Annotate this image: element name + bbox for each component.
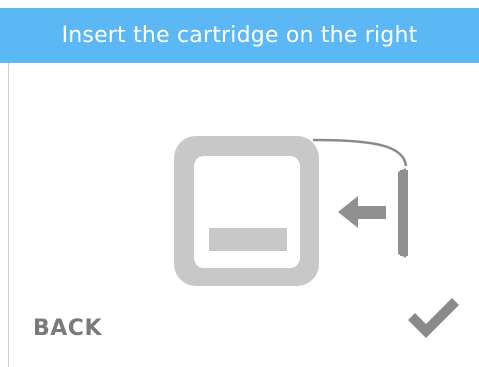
- header-bar: Insert the cartridge on the right: [0, 8, 479, 63]
- left-divider: [8, 63, 9, 367]
- cartridge-icon: [174, 136, 319, 286]
- cartridge-cable: [312, 138, 408, 167]
- insert-cartridge-illustration: [174, 136, 408, 286]
- page-title: Insert the cartridge on the right: [61, 23, 418, 48]
- back-button[interactable]: BACK: [33, 316, 102, 341]
- cartridge-slot-icon: [398, 168, 408, 258]
- checkmark-icon[interactable]: [404, 296, 462, 340]
- cartridge-insert-screen: Insert the cartridge on the right BACK: [0, 0, 479, 367]
- arrow-left-icon: [338, 196, 386, 228]
